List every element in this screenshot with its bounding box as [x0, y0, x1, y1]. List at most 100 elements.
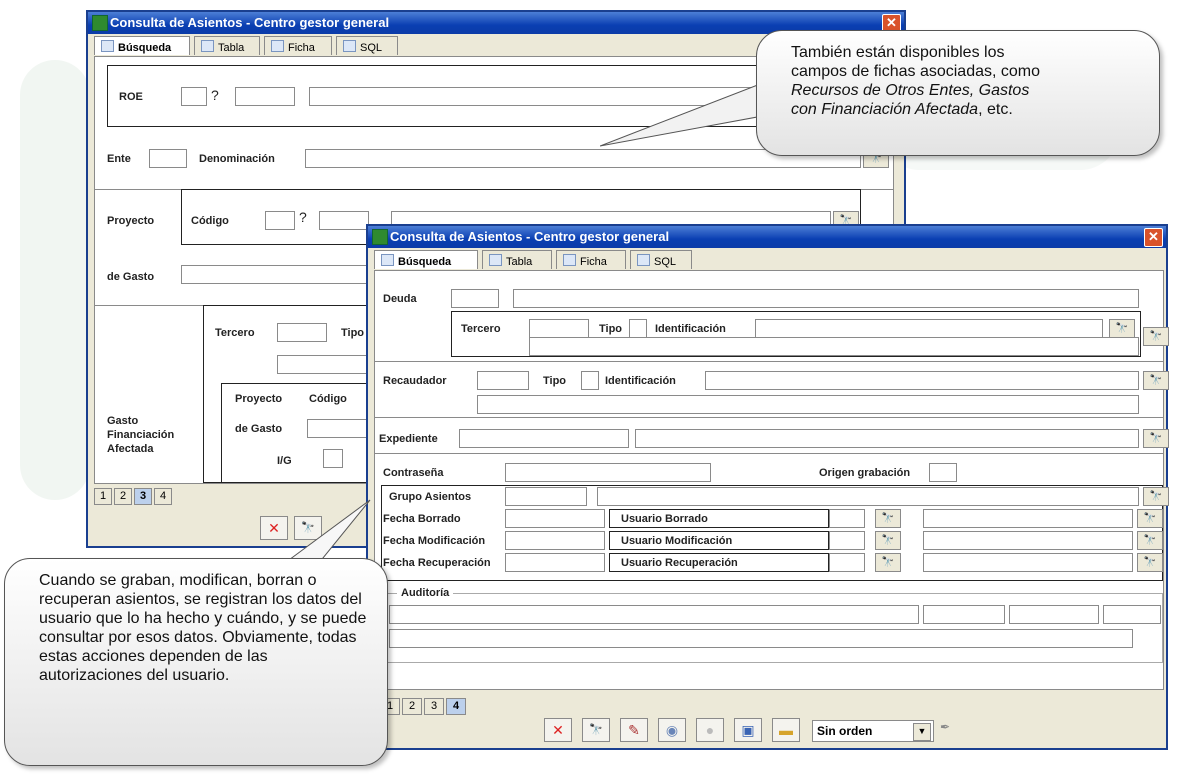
- callout-bottom-text: Cuando se graban, modifican, borran o re…: [39, 572, 367, 684]
- eraser-button[interactable]: ✎: [620, 718, 648, 742]
- tab-busqueda[interactable]: Búsqueda: [374, 250, 478, 269]
- binoculars-icon[interactable]: 🔭: [875, 509, 901, 528]
- page-tab-2[interactable]: 2: [402, 698, 422, 715]
- navigate-button[interactable]: ◉: [658, 718, 686, 742]
- back-window-title: Consulta de Asientos - Centro gestor gen…: [110, 15, 390, 30]
- page-tab-4[interactable]: 4: [446, 698, 466, 715]
- fecha-borrado-field[interactable]: [505, 509, 605, 528]
- identificacion-label: Identificación: [655, 323, 726, 335]
- tab-tabla[interactable]: Tabla: [194, 36, 260, 55]
- tab-sql[interactable]: SQL: [336, 36, 398, 55]
- front-form-panel: Deuda Tercero Tipo Identificación 🔭 🔭 Re…: [374, 270, 1169, 690]
- ente-field[interactable]: [149, 149, 187, 168]
- binoculars-icon: [101, 40, 114, 52]
- binoculars-icon[interactable]: 🔭: [1143, 327, 1169, 346]
- tab-busqueda[interactable]: Búsqueda: [94, 36, 190, 55]
- grupo-asientos-field-1[interactable]: [505, 487, 587, 506]
- origen-grabacion-label: Origen grabación: [819, 467, 911, 479]
- usuario-modificacion-field[interactable]: [829, 531, 865, 550]
- contrasena-field[interactable]: [505, 463, 711, 482]
- ente-label: Ente: [107, 153, 131, 165]
- tercero-name-field[interactable]: [529, 337, 1139, 356]
- proyecto-codigo-field-1[interactable]: [265, 211, 295, 230]
- ig-field[interactable]: [323, 449, 343, 468]
- auditoria-field-5[interactable]: [389, 629, 1133, 648]
- deuda-field-1[interactable]: [451, 289, 499, 308]
- binoculars-icon[interactable]: 🔭: [1137, 553, 1163, 572]
- tab-tabla[interactable]: Tabla: [482, 250, 552, 269]
- save-button[interactable]: ▣: [734, 718, 762, 742]
- page-tab-1[interactable]: 1: [94, 488, 112, 505]
- page-tab-2[interactable]: 2: [114, 488, 132, 505]
- usuario-modificacion-name-field[interactable]: [923, 531, 1133, 550]
- tab-sql[interactable]: SQL: [630, 250, 692, 269]
- recaudador-field[interactable]: [477, 371, 529, 390]
- auditoria-field-1[interactable]: [389, 605, 919, 624]
- proyecto-codigo-field-2[interactable]: [319, 211, 369, 230]
- tipo2-label: Tipo: [543, 375, 567, 387]
- codigo-label: Código: [191, 215, 229, 227]
- background-decoration: [20, 60, 90, 500]
- page-tab-3[interactable]: 3: [134, 488, 152, 505]
- auditoria-field-3[interactable]: [1009, 605, 1099, 624]
- tipo2-field[interactable]: [581, 371, 599, 390]
- usuario-recuperacion-name-field[interactable]: [923, 553, 1133, 572]
- sort-order-select[interactable]: Sin orden ▼: [812, 720, 934, 742]
- identificacion2-field[interactable]: [705, 371, 1139, 390]
- tercero-field[interactable]: [277, 323, 327, 342]
- search-button[interactable]: 🔭: [582, 718, 610, 742]
- binoculars-icon[interactable]: 🔭: [1109, 319, 1135, 338]
- cancel-button[interactable]: ✕: [544, 718, 572, 742]
- app-icon: [372, 229, 388, 245]
- card-icon: [563, 254, 576, 266]
- deuda-field-2[interactable]: [513, 289, 1139, 308]
- tipo-field[interactable]: [629, 319, 647, 338]
- expediente-field-1[interactable]: [459, 429, 629, 448]
- binoculars-icon[interactable]: 🔭: [1137, 531, 1163, 550]
- roe-field-1[interactable]: [181, 87, 207, 106]
- binoculars-icon[interactable]: 🔭: [875, 531, 901, 550]
- de-gasto-field[interactable]: [181, 265, 391, 284]
- identificacion-field[interactable]: [755, 319, 1103, 338]
- pin-icon[interactable]: ✒: [940, 720, 950, 734]
- tab-ficha[interactable]: Ficha: [556, 250, 626, 269]
- callout-top-line-4: con Financiación Afectada, etc.: [791, 100, 1147, 119]
- page-tab-4[interactable]: 4: [154, 488, 172, 505]
- binoculars-icon[interactable]: 🔭: [1143, 371, 1169, 390]
- binoculars-icon[interactable]: 🔭: [1143, 429, 1169, 448]
- open-folder-button[interactable]: ▬: [772, 718, 800, 742]
- filter-icon: [637, 254, 650, 266]
- tercero-field[interactable]: [529, 319, 589, 338]
- grupo-asientos-field-2[interactable]: [597, 487, 1139, 506]
- codigo2-label: Código: [309, 393, 347, 405]
- usuario-borrado-name-field[interactable]: [923, 509, 1133, 528]
- origen-grabacion-field[interactable]: [929, 463, 957, 482]
- identificacion2-label: Identificación: [605, 375, 676, 387]
- front-window-title: Consulta de Asientos - Centro gestor gen…: [390, 229, 670, 244]
- usuario-borrado-field[interactable]: [829, 509, 865, 528]
- fecha-recuperacion-field[interactable]: [505, 553, 605, 572]
- auditoria-field-4[interactable]: [1103, 605, 1161, 624]
- proyecto-label: Proyecto: [107, 215, 155, 227]
- close-button[interactable]: ✕: [1144, 228, 1163, 247]
- binoculars-icon[interactable]: 🔭: [875, 553, 901, 572]
- usuario-borrado-label: Usuario Borrado: [621, 513, 708, 525]
- auditoria-field-2[interactable]: [923, 605, 1005, 624]
- roe-field-2[interactable]: [235, 87, 295, 106]
- financiacion-label: Financiación: [107, 429, 175, 441]
- afectada-label: Afectada: [107, 443, 154, 455]
- tab-ficha[interactable]: Ficha: [264, 36, 332, 55]
- de-gasto2-field[interactable]: [307, 419, 367, 438]
- disabled-button[interactable]: ●: [696, 718, 724, 742]
- de-gasto-label: de Gasto: [107, 271, 155, 283]
- binoculars-icon[interactable]: 🔭: [1137, 509, 1163, 528]
- binoculars-icon[interactable]: 🔭: [1143, 487, 1169, 506]
- fecha-modificacion-field[interactable]: [505, 531, 605, 550]
- recaudador-name-field[interactable]: [477, 395, 1139, 414]
- de-gasto2-label: de Gasto: [235, 423, 283, 435]
- usuario-recuperacion-field[interactable]: [829, 553, 865, 572]
- divider: [375, 417, 1163, 418]
- tercero-field-2[interactable]: [277, 355, 377, 374]
- expediente-field-2[interactable]: [635, 429, 1139, 448]
- page-tab-3[interactable]: 3: [424, 698, 444, 715]
